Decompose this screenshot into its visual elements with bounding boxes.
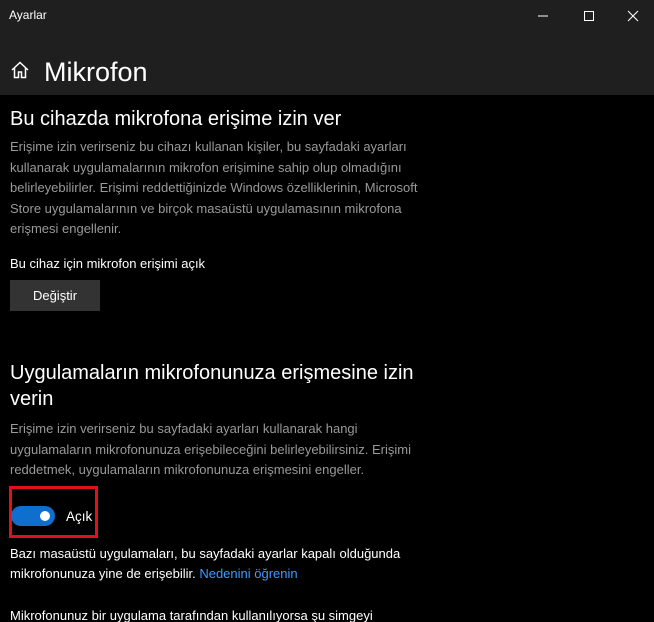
app-access-toggle[interactable] <box>11 506 55 526</box>
description-line: Erişime izin verirseniz bu sayfadaki aya… <box>10 421 358 436</box>
device-access-description: Erişime izin verirseniz bu cihazı kullan… <box>10 137 465 240</box>
app-access-description: Erişime izin verirseniz bu sayfadaki aya… <box>10 419 465 481</box>
toggle-knob <box>40 511 50 521</box>
page-header: Mikrofon <box>0 32 654 95</box>
page-title: Mikrofon <box>44 57 148 87</box>
home-button[interactable] <box>10 60 30 80</box>
heading-line: Uygulamaların mikrofonunuza erişmesine i… <box>10 362 414 384</box>
device-access-status: Bu cihaz için mikrofon erişimi açık <box>10 256 206 271</box>
note-line: Bazı masaüstü uygulamaları, bu sayfadaki… <box>10 546 401 561</box>
home-icon <box>11 61 29 79</box>
note-text: mikrofonunuza yine de erişebilir. <box>10 566 200 581</box>
close-icon <box>627 10 639 22</box>
description-line: belirleyebilirler. Erişimi reddettiğiniz… <box>10 180 418 195</box>
toggle-state-label: Açık <box>66 509 93 524</box>
desktop-apps-note: Bazı masaüstü uygulamaları, bu sayfadaki… <box>10 544 470 584</box>
maximize-button[interactable] <box>566 0 612 32</box>
description-line: Erişime izin verirseniz bu cihazı kullan… <box>10 139 407 154</box>
learn-why-link[interactable]: Nedenini öğrenin <box>199 566 297 581</box>
minimize-button[interactable] <box>520 0 566 32</box>
note-line: mikrofonunuza yine de erişebilir. Nedeni… <box>10 564 470 584</box>
app-title: Ayarlar <box>9 8 47 22</box>
app-access-heading: Uygulamaların mikrofonunuza erişmesine i… <box>10 360 414 412</box>
description-line: erişmesi engellenir. <box>10 221 122 236</box>
title-bar: Ayarlar <box>0 0 654 32</box>
maximize-icon <box>584 11 594 21</box>
in-use-info-text: Mikrofonunuz bir uygulama tarafından kul… <box>10 608 373 622</box>
heading-line: verin <box>10 388 54 410</box>
device-access-heading: Bu cihazda mikrofona erişime izin ver <box>10 108 342 130</box>
description-line: reddetmek, uygulamaların mikrofonunuza e… <box>10 462 365 477</box>
description-line: uygulamaların mikrofonunuza erişebileceğ… <box>10 441 412 457</box>
change-button[interactable]: Değiştir <box>10 280 100 311</box>
settings-window: Ayarlar Mikrofon Bu cihazda mikrofona er… <box>0 0 654 622</box>
description-line: kullanarak uygulamalarının mikrofon eriş… <box>10 159 402 175</box>
description-line: Store uygulamalarının ve birçok masaüstü… <box>10 200 402 216</box>
close-button[interactable] <box>612 0 654 32</box>
minimize-icon <box>538 15 548 17</box>
